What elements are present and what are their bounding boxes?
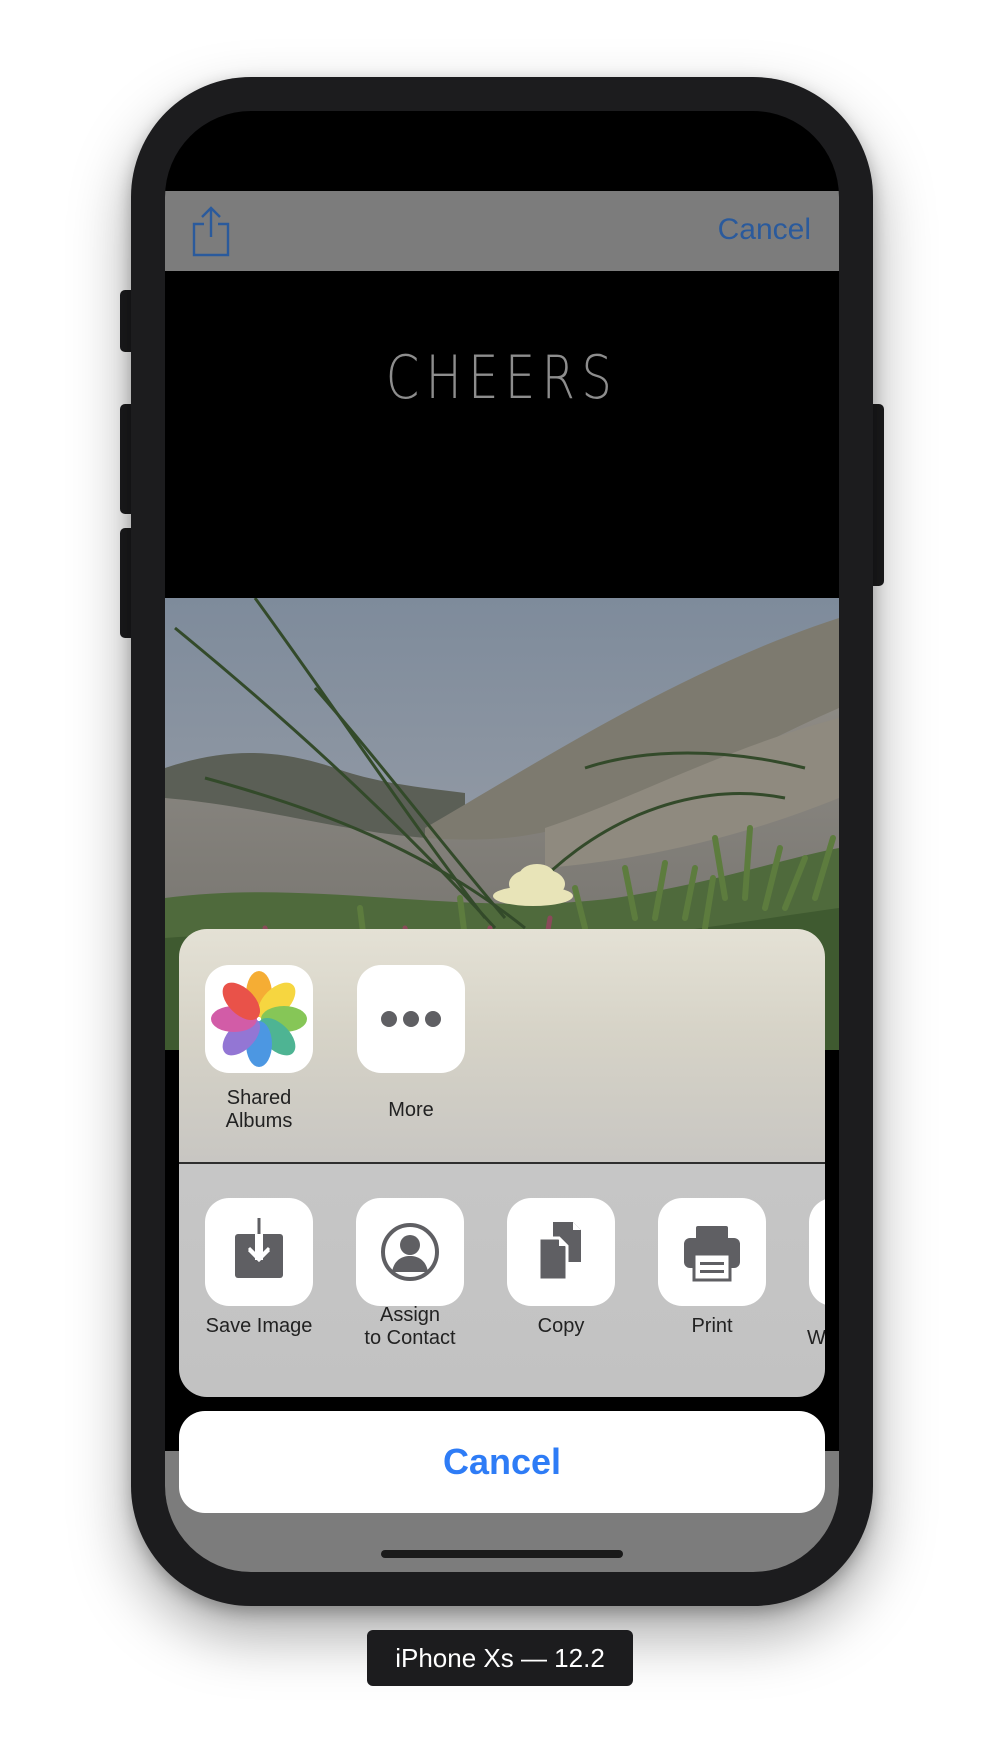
app-row: Shared Albums More	[179, 929, 825, 1162]
photos-icon	[211, 971, 307, 1067]
toolbar-cancel-link[interactable]: Cancel	[718, 210, 811, 250]
copy-icon	[537, 1222, 581, 1282]
home-indicator[interactable]	[381, 1550, 623, 1558]
partial-action-button[interactable]	[809, 1198, 825, 1306]
action-row: Save Image Assign to Contact Copy Print …	[179, 1164, 825, 1397]
top-toolbar: Cancel	[165, 191, 839, 271]
share-sheet-cancel-button[interactable]: Cancel	[179, 1411, 825, 1513]
cheers-banner: CHEERS	[165, 271, 839, 598]
save-image-button[interactable]	[205, 1198, 313, 1306]
copy-button[interactable]	[507, 1198, 615, 1306]
share-icon[interactable]	[191, 205, 231, 257]
shared-albums-button[interactable]	[205, 965, 313, 1073]
partial-action-label: W	[807, 1327, 825, 1349]
copy-label: Copy	[537, 1315, 585, 1337]
print-label: Print	[691, 1315, 733, 1337]
cheers-title: CHEERS	[385, 343, 619, 413]
assign-to-contact-button[interactable]	[356, 1198, 464, 1306]
save-image-icon	[235, 1218, 283, 1278]
more-icon	[381, 1011, 441, 1027]
notch	[315, 111, 689, 166]
shared-albums-label: Shared Albums	[225, 1087, 293, 1132]
assign-to-contact-label: Assign to Contact	[364, 1304, 456, 1349]
device-screen: Cancel CHEERS Shared Albums More Save Im…	[165, 111, 839, 1572]
device-label: iPhone Xs — 12.2	[367, 1630, 633, 1686]
print-icon	[684, 1226, 740, 1282]
share-sheet: Shared Albums More Save Image Assign to …	[179, 929, 825, 1397]
save-image-label: Save Image	[205, 1315, 313, 1337]
print-button[interactable]	[658, 1198, 766, 1306]
assign-contact-icon	[381, 1223, 439, 1281]
more-label: More	[388, 1099, 434, 1121]
more-apps-button[interactable]	[357, 965, 465, 1073]
